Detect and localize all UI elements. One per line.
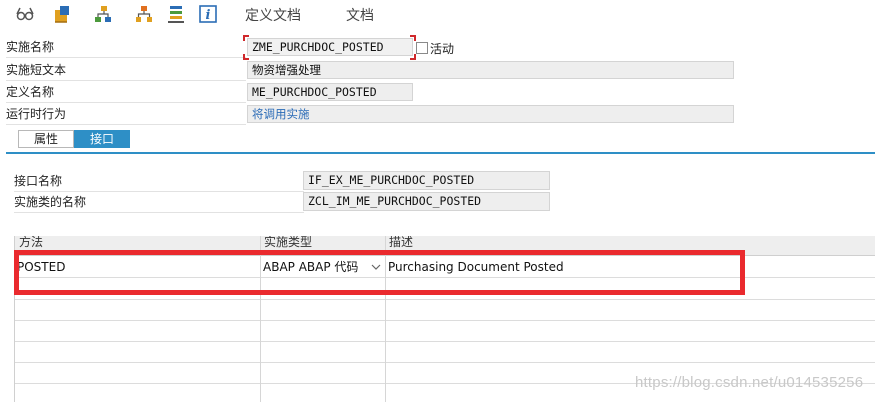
table-row-empty[interactable] <box>15 300 875 321</box>
focus-corner-bottom-right <box>410 54 416 60</box>
focus-corner-bottom-left <box>243 54 249 60</box>
impl-class-label: 实施类的名称 <box>14 193 304 213</box>
description-cell[interactable]: Purchasing Document Posted <box>386 257 866 278</box>
application-toolbar: i 定义文档 文档 <box>0 0 875 28</box>
runtime-behavior-field[interactable]: 将调用实施 <box>247 105 734 123</box>
runtime-behavior-label: 运行时行为 <box>6 105 246 125</box>
impl-short-text-field[interactable]: 物资增强处理 <box>247 61 734 79</box>
impl-type-cell[interactable]: ABAP ABAP 代码 <box>261 257 385 278</box>
org-chart-icon[interactable] <box>133 3 155 25</box>
menu-documentation[interactable]: 文档 <box>346 5 374 25</box>
stack-icon[interactable] <box>165 3 187 25</box>
def-name-label: 定义名称 <box>6 83 246 103</box>
transport-icon[interactable] <box>51 3 73 25</box>
table-header: 方法 实施类型 描述 <box>15 236 875 256</box>
chevron-down-icon[interactable] <box>371 259 381 276</box>
tab-attributes[interactable]: 属性 <box>18 130 74 148</box>
impl-name-label: 实施名称 <box>6 38 246 58</box>
focus-corner-top-left <box>243 35 249 41</box>
menu-definition-documentation[interactable]: 定义文档 <box>245 5 301 25</box>
column-header-method[interactable]: 方法 <box>17 236 257 256</box>
table-row-empty[interactable] <box>15 321 875 342</box>
column-divider <box>260 236 261 402</box>
hierarchy-icon[interactable] <box>92 3 114 25</box>
impl-short-text-label: 实施短文本 <box>6 61 246 81</box>
iface-name-field[interactable]: IF_EX_ME_PURCHDOC_POSTED <box>303 171 550 190</box>
method-cell[interactable]: POSTED <box>15 257 259 278</box>
iface-name-label: 接口名称 <box>14 172 304 192</box>
table-row-empty[interactable] <box>15 279 875 300</box>
active-checkbox[interactable] <box>416 42 428 54</box>
table-row[interactable]: POSTED ABAP ABAP 代码 Purchasing Document … <box>15 257 875 278</box>
impl-class-field[interactable]: ZCL_IM_ME_PURCHDOC_POSTED <box>303 192 550 211</box>
svg-text:i: i <box>206 8 211 23</box>
watermark-text: https://blog.csdn.net/u014535256 <box>635 374 864 391</box>
glasses-icon[interactable] <box>14 3 36 25</box>
focus-corner-top-right <box>410 35 416 41</box>
def-name-field[interactable]: ME_PURCHDOC_POSTED <box>247 83 413 101</box>
info-icon[interactable]: i <box>197 3 219 25</box>
tab-strip-underline <box>6 152 875 154</box>
tab-interface[interactable]: 接口 <box>74 130 130 148</box>
active-label: 活动 <box>430 42 455 56</box>
column-divider <box>385 236 386 402</box>
table-row-empty[interactable] <box>15 342 875 363</box>
impl-name-field[interactable]: ZME_PURCHDOC_POSTED <box>247 38 413 56</box>
column-header-description[interactable]: 描述 <box>387 236 687 256</box>
column-header-impl-type[interactable]: 实施类型 <box>262 236 382 256</box>
